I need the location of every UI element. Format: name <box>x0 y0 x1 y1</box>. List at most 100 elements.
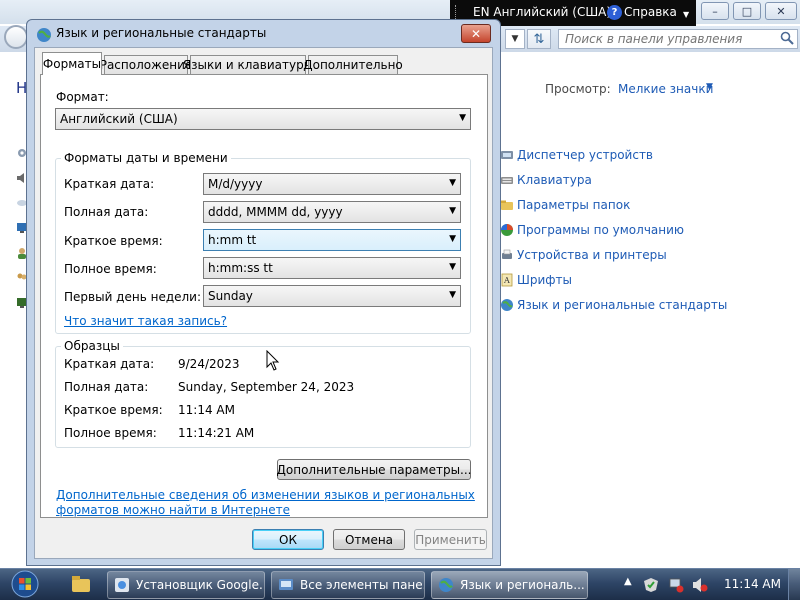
taskbar-button-installer[interactable]: Установщик Google... <box>107 571 265 599</box>
taskbar-button-label: Язык и региональ... <box>460 578 585 592</box>
long-date-dropdown[interactable]: dddd, MMMM dd, yyyy ▼ <box>203 201 461 223</box>
cp-item-label: Устройства и принтеры <box>517 248 667 262</box>
short-time-dropdown[interactable]: h:mm tt ▼ <box>203 229 461 251</box>
short-date-label: Краткая дата: <box>64 177 155 191</box>
language-bar-help-button[interactable]: Справка <box>624 5 677 19</box>
chevron-down-icon: ▼ <box>511 34 519 44</box>
format-value: Английский (США) <box>60 112 178 126</box>
chevron-down-icon: ▼ <box>459 113 466 123</box>
short-date-value: M/d/yyyy <box>208 177 263 191</box>
short-date-dropdown[interactable]: M/d/yyyy ▼ <box>203 173 461 195</box>
google-installer-icon <box>115 578 129 592</box>
device-manager-icon <box>501 151 513 159</box>
show-hidden-icons-button[interactable]: ▲ <box>624 576 632 587</box>
sample-short-time-value: 11:14 AM <box>178 403 235 417</box>
cp-item-keyboard[interactable]: Клавиатура <box>500 172 592 188</box>
cp-item-label: Параметры папок <box>517 198 631 212</box>
control-panel-icon <box>279 579 293 590</box>
sample-short-date-value: 9/24/2023 <box>178 357 240 371</box>
search-icon[interactable] <box>780 31 794 45</box>
input-language-button[interactable]: EN Английский (США) <box>473 5 611 19</box>
mouse-cursor-icon <box>266 350 280 371</box>
explorer-icon[interactable] <box>68 573 94 595</box>
chevron-down-icon: ▼ <box>449 234 456 244</box>
cp-item-folder-options[interactable]: Параметры папок <box>500 197 630 213</box>
sample-short-date-label: Краткая дата: <box>64 357 155 371</box>
cp-item-devices-printers[interactable]: Устройства и принтеры <box>500 247 667 263</box>
sample-short-time-label: Краткое время: <box>64 403 163 417</box>
help-icon[interactable]: ? <box>607 5 622 20</box>
cp-item-label: Клавиатура <box>517 173 592 187</box>
dialog-close-button[interactable]: ✕ <box>461 24 491 43</box>
back-button[interactable] <box>4 25 28 49</box>
tab-keyboards-languages[interactable]: Языки и клавиатуры <box>183 55 313 74</box>
cp-item-region-language[interactable]: Язык и региональные стандарты <box>500 297 727 313</box>
cp-item-device-manager[interactable]: Диспетчер устройств <box>500 147 653 163</box>
close-icon: ✕ <box>470 26 482 41</box>
format-label: Формат: <box>56 90 109 104</box>
short-time-label: Краткое время: <box>64 234 163 248</box>
maximize-button[interactable]: □ <box>733 2 761 20</box>
cp-item-default-programs[interactable]: Программы по умолчанию <box>500 222 684 238</box>
cp-item-label: Язык и региональные стандарты <box>517 298 728 312</box>
notation-help-link[interactable]: Что значит такая запись? <box>64 314 227 328</box>
first-day-label: Первый день недели: <box>64 290 202 304</box>
volume-muted-icon[interactable] <box>692 577 708 593</box>
info-link-line2[interactable]: форматов можно найти в Интернете <box>56 503 290 517</box>
taskbar-button-label: Все элементы пане... <box>300 578 424 592</box>
maximize-icon: □ <box>741 4 753 18</box>
chevron-down-icon: ▼ <box>449 206 456 216</box>
search-input[interactable] <box>558 29 798 49</box>
first-day-dropdown[interactable]: Sunday ▼ <box>203 285 461 307</box>
action-center-icon[interactable] <box>643 577 659 593</box>
cp-item-label: Диспетчер устройств <box>517 148 654 162</box>
sample-long-time-label: Полное время: <box>64 426 157 440</box>
address-history-dropdown[interactable]: ▼ <box>505 29 525 49</box>
default-programs-icon <box>501 224 513 236</box>
long-date-value: dddd, MMMM dd, yyyy <box>208 205 343 219</box>
tab-advanced[interactable]: Дополнительно <box>303 55 403 74</box>
view-by-label: Просмотр: <box>545 82 611 96</box>
format-dropdown[interactable]: Английский (США) ▼ <box>55 108 471 130</box>
region-language-icon <box>439 578 453 592</box>
chevron-down-icon: ▼ <box>449 290 456 300</box>
long-time-label: Полное время: <box>64 262 157 276</box>
cp-item-label: Программы по умолчанию <box>517 223 685 237</box>
taskbar-button-region-language[interactable]: Язык и региональ... <box>431 571 588 599</box>
minimize-button[interactable]: – <box>701 2 729 20</box>
chevron-down-icon[interactable]: ▼ <box>706 82 713 92</box>
tab-formats[interactable]: Форматы <box>42 52 102 75</box>
chevron-down-icon[interactable]: ▼ <box>683 10 689 19</box>
samples-title: Образцы <box>61 339 123 353</box>
close-icon: ✕ <box>776 4 786 18</box>
refresh-button[interactable]: ⇅ <box>527 29 551 49</box>
additional-settings-button[interactable]: Дополнительные параметры... <box>277 459 472 480</box>
ok-button[interactable]: ОК <box>252 529 324 550</box>
chevron-down-icon: ▼ <box>449 262 456 272</box>
system-clock[interactable]: 11:14 AM <box>724 577 781 591</box>
long-time-dropdown[interactable]: h:mm:ss tt ▼ <box>203 257 461 279</box>
minimize-icon: – <box>712 4 718 18</box>
sample-long-date-value: Sunday, September 24, 2023 <box>178 380 355 394</box>
first-day-value: Sunday <box>208 289 253 303</box>
chevron-down-icon: ▼ <box>449 178 456 188</box>
cp-item-fonts[interactable]: A Шрифты <box>500 272 572 288</box>
start-button[interactable] <box>6 568 44 600</box>
info-link-line1[interactable]: Дополнительные сведения об изменении язы… <box>56 488 475 502</box>
cancel-button[interactable]: Отмена <box>333 529 405 550</box>
show-desktop-button[interactable] <box>788 569 800 600</box>
refresh-icon: ⇅ <box>533 31 545 47</box>
globe-icon <box>37 28 51 42</box>
apply-button[interactable]: Применить <box>414 529 487 550</box>
close-window-button[interactable]: ✕ <box>765 2 797 20</box>
folder-options-icon <box>501 200 513 210</box>
view-by-dropdown[interactable]: Мелкие значки <box>618 82 713 96</box>
tab-location[interactable]: Расположение <box>100 55 192 74</box>
sample-long-date-label: Полная дата: <box>64 380 149 394</box>
short-time-value: h:mm tt <box>208 233 257 247</box>
taskbar-button-label: Установщик Google... <box>136 578 264 592</box>
datetime-formats-title: Форматы даты и времени <box>61 151 231 165</box>
taskbar-button-control-panel[interactable]: Все элементы пане... <box>271 571 425 599</box>
network-icon[interactable] <box>668 577 684 593</box>
dialog-title: Язык и региональные стандарты <box>56 26 267 40</box>
